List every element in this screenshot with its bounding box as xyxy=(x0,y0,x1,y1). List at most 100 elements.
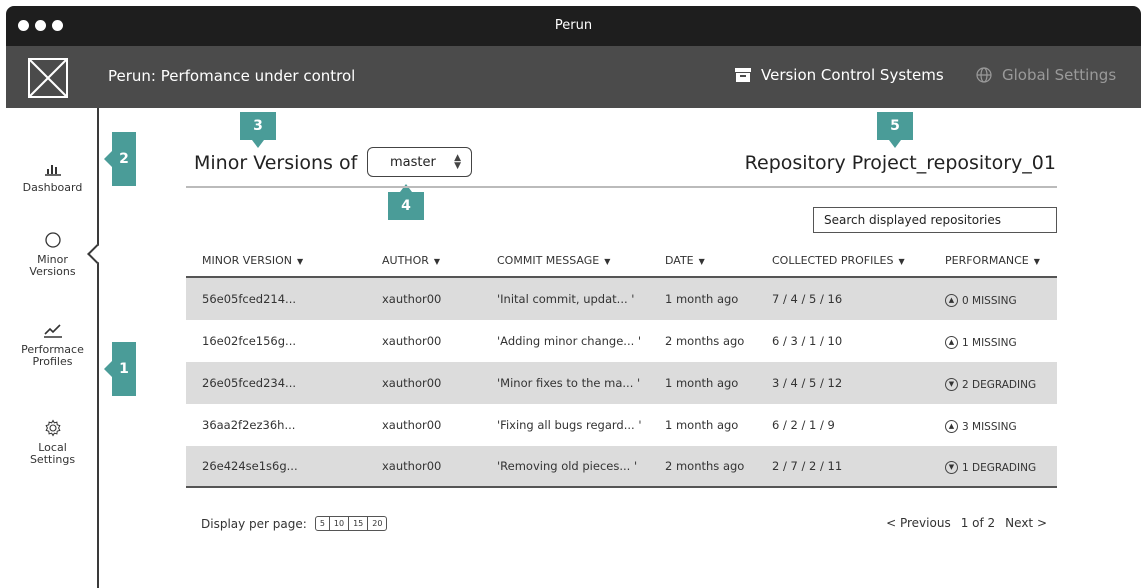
page-indicator: 1 of 2 xyxy=(960,516,996,530)
cell-performance: ▼ 2 DEGRADING xyxy=(929,375,1057,391)
app-window: Perun Perun: Perfomance under control Ve… xyxy=(6,6,1141,588)
sort-caret-icon: ▼ xyxy=(297,256,304,266)
app-header: Perun: Perfomance under control Version … xyxy=(6,46,1141,108)
per-page-options: 5 10 15 20 xyxy=(314,516,388,531)
column-header-collected-profiles[interactable]: COLLECTED PROFILES ▼ xyxy=(756,254,929,267)
cell-version: 36aa2f2ez36h... xyxy=(202,418,296,432)
bar-chart-icon xyxy=(44,165,61,176)
pagination: < Previous 1 of 2 Next > xyxy=(886,516,1047,530)
column-header-date[interactable]: DATE ▼ xyxy=(649,254,756,267)
cell-author: xauthor00 xyxy=(382,459,442,473)
annotation-badge-2: 2 xyxy=(104,132,136,186)
chevron-up-icon: ▲ xyxy=(945,294,958,307)
cell-performance: ▲ 0 MISSING xyxy=(929,291,1057,307)
cell-author: xauthor00 xyxy=(382,418,442,432)
cell-version: 56e05fced214... xyxy=(202,292,297,306)
chevron-up-icon: ▲ xyxy=(945,336,958,349)
branch-select[interactable]: master ▲ ▼ xyxy=(367,147,472,177)
cell-performance: ▲ 1 MISSING xyxy=(929,333,1057,349)
logo-placeholder-icon xyxy=(28,58,68,98)
sidebar: Dashboard Minor Versions Performace Prof… xyxy=(6,108,107,588)
sidebar-item-dashboard[interactable]: Dashboard xyxy=(6,158,99,194)
per-page-option-20[interactable]: 20 xyxy=(368,517,386,530)
per-page-option-10[interactable]: 10 xyxy=(330,517,350,530)
line-chart-icon xyxy=(43,324,62,338)
annotation-badge-5: 5 xyxy=(877,112,913,148)
cell-date: 1 month ago xyxy=(665,292,739,306)
archive-box-icon xyxy=(735,68,751,82)
sidebar-item-minor-versions[interactable]: Minor Versions xyxy=(6,230,99,278)
sort-caret-icon: ▼ xyxy=(1033,256,1040,266)
versions-table: MINOR VERSION ▼ AUTHOR ▼ COMMIT MESSAGE ▼ D… xyxy=(186,244,1057,488)
sort-caret-icon: ▼ xyxy=(433,256,441,266)
column-header-commit-message[interactable]: COMMIT MESSAGE ▼ xyxy=(481,254,649,267)
chevron-down-icon: ▼ xyxy=(945,461,958,474)
version-control-systems-button[interactable]: Version Control Systems xyxy=(735,66,944,84)
global-settings-button[interactable]: Global Settings xyxy=(976,66,1116,84)
cell-version: 26e05fced234... xyxy=(202,376,297,390)
title-bar: Perun xyxy=(6,6,1141,46)
cell-message: 'Inital commit, updat... ' xyxy=(497,292,635,306)
cell-profiles: 6 / 2 / 1 / 9 xyxy=(772,418,835,432)
per-page-label: Display per page: xyxy=(201,516,307,531)
sidebar-item-label: Profiles xyxy=(32,355,73,368)
cell-message: 'Adding minor change... ' xyxy=(497,334,642,348)
per-page-control: Display per page: 5 10 15 20 xyxy=(201,516,388,531)
cell-date: 1 month ago xyxy=(665,418,739,432)
cell-profiles: 7 / 4 / 5 / 16 xyxy=(772,292,843,306)
cell-version: 26e424se1s6g... xyxy=(202,459,298,473)
column-header-performance[interactable]: PERFORMANCE ▼ xyxy=(929,254,1057,267)
select-arrows-icon: ▲ ▼ xyxy=(454,153,461,171)
previous-page-link[interactable]: < Previous xyxy=(886,516,951,530)
cell-message: 'Fixing all bugs regard... ' xyxy=(497,418,642,432)
page-title: Minor Versions of xyxy=(194,152,358,174)
column-header-minor-version[interactable]: MINOR VERSION ▼ xyxy=(186,254,366,267)
cell-date: 2 months ago xyxy=(665,459,745,473)
cell-version: 16e02fce156g... xyxy=(202,334,297,348)
window-title: Perun xyxy=(554,18,593,33)
table-row[interactable]: 26e424se1s6g... xauthor00 'Removing old … xyxy=(186,446,1057,488)
branch-select-value: master xyxy=(390,154,436,170)
per-page-option-5[interactable]: 5 xyxy=(316,517,330,530)
column-header-author[interactable]: AUTHOR ▼ xyxy=(366,254,481,267)
cell-profiles: 3 / 4 / 5 / 12 xyxy=(772,376,843,390)
chevron-up-icon: ▲ xyxy=(945,420,958,433)
next-page-link[interactable]: Next > xyxy=(1005,516,1047,530)
cell-performance: ▲ 3 MISSING xyxy=(929,417,1057,433)
sidebar-item-label: Versions xyxy=(29,265,76,278)
search-input[interactable] xyxy=(813,207,1057,233)
sidebar-item-label: Settings xyxy=(29,453,76,466)
table-header: MINOR VERSION ▼ AUTHOR ▼ COMMIT MESSAGE ▼ D… xyxy=(186,244,1057,278)
global-settings-label: Global Settings xyxy=(1002,66,1117,84)
sidebar-item-label: Dashboard xyxy=(22,181,83,194)
cell-performance: ▼ 1 DEGRADING xyxy=(929,458,1057,474)
cell-message: 'Removing old pieces... ' xyxy=(497,459,638,473)
table-row[interactable]: 56e05fced214... xauthor00 'Inital commit… xyxy=(186,278,1057,320)
header-divider xyxy=(186,186,1057,188)
cell-date: 1 month ago xyxy=(665,376,739,390)
cell-author: xauthor00 xyxy=(382,334,442,348)
annotation-badge-3: 3 xyxy=(240,112,276,148)
gear-icon xyxy=(44,419,61,437)
table-row[interactable]: 16e02fce156g... xauthor00 'Adding minor … xyxy=(186,320,1057,362)
cell-message: 'Minor fixes to the ma... ' xyxy=(497,376,641,390)
cell-profiles: 6 / 3 / 1 / 10 xyxy=(772,334,843,348)
annotation-badge-1: 1 xyxy=(104,342,136,396)
repository-title: Repository Project_repository_01 xyxy=(744,152,1056,174)
per-page-option-15[interactable]: 15 xyxy=(349,517,369,530)
cell-author: xauthor00 xyxy=(382,292,442,306)
globe-icon xyxy=(976,67,992,83)
table-row[interactable]: 26e05fced234... xauthor00 'Minor fixes t… xyxy=(186,362,1057,404)
table-row[interactable]: 36aa2f2ez36h... xauthor00 'Fixing all bu… xyxy=(186,404,1057,446)
annotation-badge-4: 4 xyxy=(388,184,424,220)
chevron-down-icon: ▼ xyxy=(945,378,958,391)
sort-caret-icon: ▼ xyxy=(898,256,905,266)
sort-caret-icon: ▼ xyxy=(604,256,611,266)
cell-author: xauthor00 xyxy=(382,376,442,390)
sidebar-item-performance-profiles[interactable]: Performace Profiles xyxy=(6,320,99,368)
vcs-label: Version Control Systems xyxy=(761,66,944,84)
cell-profiles: 2 / 7 / 2 / 11 xyxy=(772,459,843,473)
sort-caret-icon: ▼ xyxy=(698,256,705,266)
circle-icon xyxy=(44,232,61,248)
sidebar-item-local-settings[interactable]: Local Settings xyxy=(6,418,99,466)
